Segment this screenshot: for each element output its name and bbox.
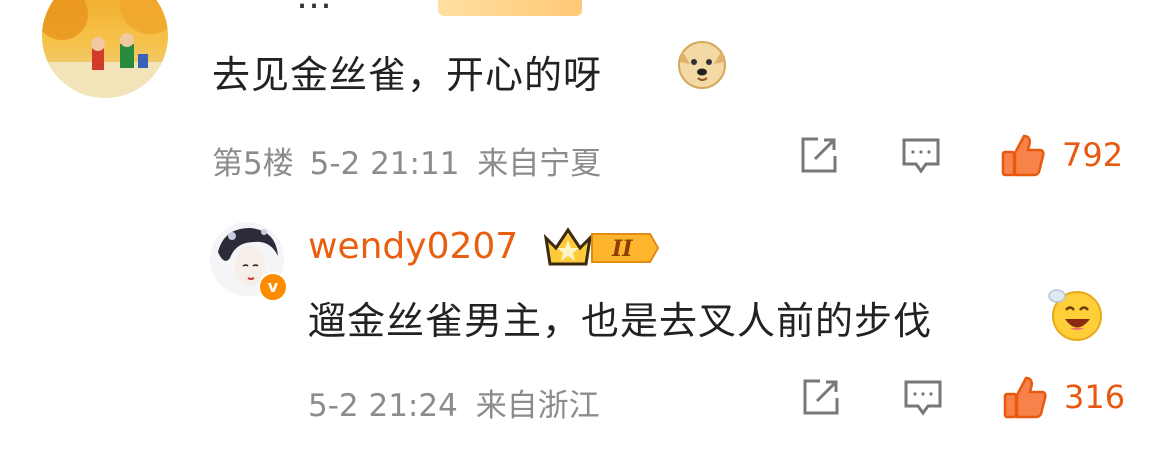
doge-emoji: [676, 38, 728, 90]
floor-number: 第5楼: [212, 146, 294, 182]
like-icon[interactable]: [1000, 132, 1046, 178]
previous-username-partial: …: [296, 0, 332, 17]
share-icon[interactable]: [798, 134, 840, 176]
reply-meta: 5-2 21:24 来自浙江: [308, 380, 600, 425]
comment-icon[interactable]: [900, 136, 942, 176]
badge-level: II: [611, 236, 633, 262]
reply-location: 来自浙江: [475, 388, 600, 424]
like-count: 792: [1062, 136, 1124, 174]
reply-text: 遛金丝雀男主，也是去叉人前的步伐: [308, 299, 933, 343]
reply-time: 5-2 21:24: [308, 388, 458, 424]
crown-icon: II: [543, 227, 660, 266]
like-icon[interactable]: [1002, 374, 1048, 420]
laughing-emoji: [1044, 284, 1104, 342]
like-count: 316: [1064, 378, 1126, 416]
reply-username[interactable]: wendy0207: [308, 226, 518, 267]
avatar-image: [42, 0, 168, 98]
verified-badge: v: [258, 272, 288, 302]
comment-time: 5-2 21:11: [309, 146, 460, 182]
previous-badge-partial: [438, 0, 582, 16]
avatar[interactable]: [42, 0, 168, 98]
comment-icon[interactable]: [902, 378, 944, 418]
comment-meta: 第5楼 5-2 21:11 来自宁夏: [212, 138, 601, 183]
comment-text: 去见金丝雀，开心的呀: [212, 53, 603, 97]
comment-location: 来自宁夏: [477, 146, 602, 182]
share-icon[interactable]: [800, 376, 842, 418]
member-badge[interactable]: II: [542, 224, 660, 274]
